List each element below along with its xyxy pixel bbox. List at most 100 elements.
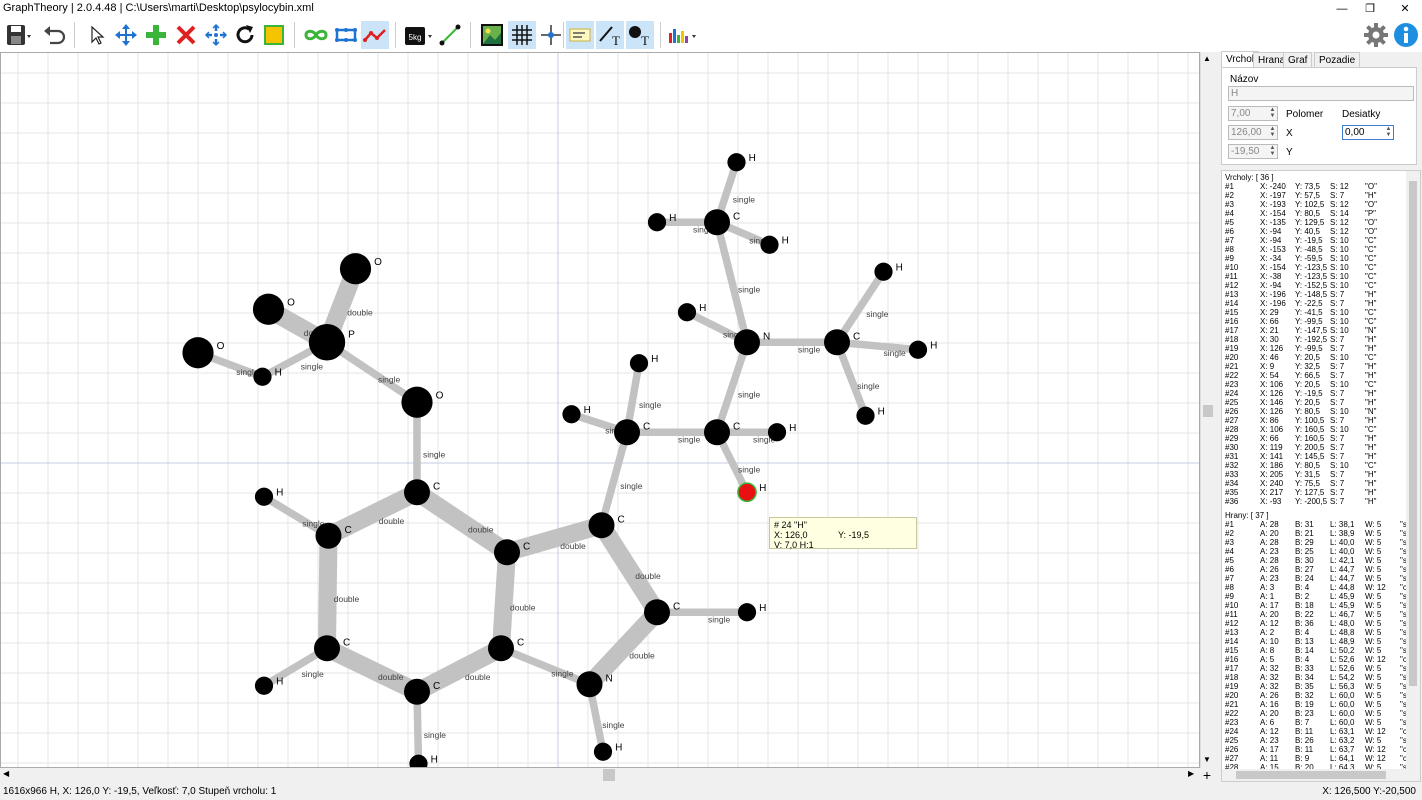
rectangle-graph-icon[interactable]	[332, 21, 360, 49]
vertex-21[interactable]	[562, 405, 581, 424]
vertex-25[interactable]	[767, 423, 787, 442]
vertex-30[interactable]	[727, 153, 746, 172]
vertical-scroll-thumb[interactable]	[1203, 405, 1213, 417]
name-field[interactable]: H	[1228, 86, 1414, 101]
edge-30[interactable]	[324, 484, 421, 544]
image-background-icon[interactable]	[478, 21, 506, 49]
edge-27[interactable]	[492, 551, 516, 649]
label-box-icon[interactable]	[566, 21, 594, 49]
color-fill-icon[interactable]	[260, 21, 288, 49]
vertex-6[interactable]	[401, 386, 433, 418]
settings-icon[interactable]	[1362, 21, 1390, 49]
vertex-22[interactable]	[629, 354, 649, 373]
restore-button[interactable]: ❐	[1355, 0, 1385, 18]
vertex-29[interactable]	[647, 213, 667, 232]
tab-graf[interactable]: Graf	[1283, 52, 1313, 68]
vertex-12[interactable]	[404, 678, 430, 705]
graph-canvas[interactable]: single single single single single single sing…	[0, 52, 1200, 768]
scroll-up-icon[interactable]: ▲	[1203, 54, 1211, 63]
edge-29[interactable]	[713, 221, 751, 344]
vertex-1[interactable]	[182, 337, 214, 369]
radius-field[interactable]: 7,00 ▲ ▼	[1228, 106, 1278, 121]
move-all-icon[interactable]	[112, 21, 140, 49]
vertex-34[interactable]	[908, 340, 928, 359]
spinner-icon[interactable]: ▲ ▼	[1384, 126, 1393, 139]
vertex-23[interactable]	[704, 419, 730, 446]
delete-icon[interactable]	[172, 21, 200, 49]
vertex-36[interactable]	[409, 754, 428, 768]
vertex-3[interactable]	[252, 293, 285, 325]
vertex-4[interactable]	[308, 324, 346, 361]
edge-34[interactable]	[504, 516, 604, 561]
scroll-left-icon[interactable]: ◀	[3, 769, 9, 778]
vertex-16[interactable]	[644, 599, 670, 626]
vertex-18[interactable]	[593, 742, 613, 761]
refresh-icon[interactable]	[231, 21, 259, 49]
horizontal-scroll-thumb[interactable]	[603, 769, 615, 781]
spinner-icon[interactable]: ▲ ▼	[1268, 126, 1277, 139]
vertical-scrollbar[interactable]: ▲ ▼	[1200, 52, 1214, 768]
vertex-27[interactable]	[677, 303, 697, 322]
list-hscroll-thumb[interactable]	[1236, 771, 1386, 779]
add-vertex-icon[interactable]	[142, 21, 170, 49]
vertex-26[interactable]	[734, 329, 760, 356]
vertex-35[interactable]	[874, 262, 893, 281]
edge-label-icon[interactable]: T	[596, 21, 624, 49]
spinner-icon[interactable]: ▲ ▼	[1268, 107, 1277, 120]
path-graph-icon[interactable]	[361, 21, 389, 49]
vertex-5[interactable]	[339, 253, 372, 285]
vertex-7[interactable]	[404, 479, 430, 506]
vertex-13[interactable]	[254, 676, 274, 695]
tab-pozadie[interactable]: Pozadie	[1314, 52, 1361, 68]
chart-icon[interactable]	[666, 21, 700, 49]
undo-icon[interactable]	[40, 21, 68, 49]
horizontal-scrollbar[interactable]: ◀ ▶	[0, 768, 1200, 782]
edge-32[interactable]	[323, 640, 421, 700]
scroll-right-icon[interactable]: ▶	[1188, 769, 1194, 778]
edge-25[interactable]	[713, 341, 751, 434]
info-icon[interactable]	[1392, 21, 1420, 49]
vertex-2[interactable]	[253, 367, 272, 386]
edge-28[interactable]	[597, 431, 631, 527]
decimals-field[interactable]: 0,00 ▲ ▼	[1342, 125, 1394, 140]
vertex-28[interactable]	[704, 209, 730, 236]
edge-31[interactable]	[318, 535, 338, 649]
vertex-20[interactable]	[614, 419, 640, 446]
close-button[interactable]: ✕	[1390, 0, 1420, 18]
vertex-10[interactable]	[314, 635, 340, 662]
vertex-8[interactable]	[315, 522, 342, 549]
edge-35[interactable]	[593, 520, 665, 618]
list-vertical-scrollbar[interactable]	[1406, 171, 1420, 769]
select-cursor-icon[interactable]	[82, 21, 110, 49]
scatter-icon[interactable]	[202, 21, 230, 49]
vertex-label-icon[interactable]: T	[626, 21, 654, 49]
infinity-icon[interactable]	[302, 21, 330, 49]
list-scroll-thumb[interactable]	[1409, 181, 1417, 686]
edge-24[interactable]	[412, 640, 506, 700]
vertex-31[interactable]	[760, 235, 779, 254]
vertex-24[interactable]	[737, 482, 757, 503]
spinner-icon[interactable]: ▲ ▼	[1268, 145, 1277, 158]
vertex-14[interactable]	[254, 487, 274, 506]
minimize-button[interactable]: —	[1327, 0, 1357, 18]
save-icon[interactable]	[4, 21, 32, 49]
edge-26[interactable]	[499, 644, 591, 688]
graph-svg[interactable]: single single single single single single sing…	[1, 53, 1200, 768]
x-field[interactable]: 126,00 ▲ ▼	[1228, 125, 1278, 140]
edge-draw-icon[interactable]	[436, 21, 464, 49]
vertex-17[interactable]	[576, 671, 603, 698]
vertex-point-icon[interactable]	[537, 21, 565, 49]
list-horizontal-scrollbar[interactable]	[1222, 769, 1420, 781]
vertex-19[interactable]	[737, 603, 757, 622]
zoom-plus-icon[interactable]: +	[1200, 768, 1214, 782]
vertex-33[interactable]	[856, 406, 875, 425]
vertex-11[interactable]	[488, 635, 514, 662]
vertex-15[interactable]	[588, 512, 615, 539]
vertex-32[interactable]	[824, 329, 850, 356]
weight-icon[interactable]: 5kg	[402, 21, 436, 49]
edge-33[interactable]	[412, 484, 512, 560]
y-field[interactable]: -19,50 ▲ ▼	[1228, 144, 1278, 159]
grid-icon[interactable]	[508, 21, 536, 49]
info-listbox[interactable]: Vrcholy: [ 36 ] #1 X: -240 Y: 73,5 S: 12 "O"…	[1221, 170, 1421, 782]
scroll-down-icon[interactable]: ▼	[1203, 755, 1211, 764]
